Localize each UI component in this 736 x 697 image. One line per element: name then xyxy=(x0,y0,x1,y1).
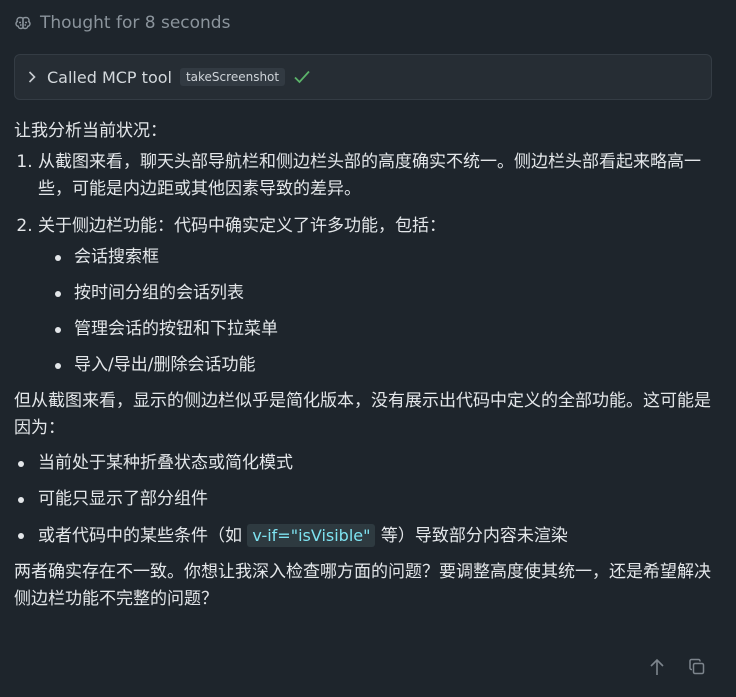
message-intro: 让我分析当前状况： xyxy=(14,121,167,141)
point-2-text: 关于侧边栏功能：代码中确实定义了许多功能，包括： xyxy=(38,216,446,236)
copy-icon[interactable] xyxy=(688,658,706,680)
list-item: 按时间分组的会话列表 xyxy=(48,280,714,307)
list-item: 当前处于某种折叠状态或简化模式 xyxy=(14,450,714,477)
list-item: 从截图来看，聊天头部导航栏和侧边栏头部的高度确实不统一。侧边栏头部看起来略高一些… xyxy=(38,149,714,203)
list-item: 管理会话的按钮和下拉菜单 xyxy=(48,316,714,343)
chat-panel: Thought for 8 seconds Called MCP tool ta… xyxy=(0,0,736,697)
message-actions xyxy=(648,657,706,681)
tool-name-badge: takeScreenshot xyxy=(179,68,286,86)
message-closing: 两者确实存在不一致。你想让我深入检查哪方面的问题？要调整高度使其统一，还是希望解… xyxy=(14,562,711,609)
inline-code: v-if="isVisible" xyxy=(247,524,376,547)
tool-call-label: Called MCP tool xyxy=(47,67,172,87)
chevron-right-icon[interactable] xyxy=(27,70,39,84)
list-item: 或者代码中的某些条件（如 v-if="isVisible" 等）导致部分内容未渲… xyxy=(14,522,714,550)
feature-list: 会话搜索框 按时间分组的会话列表 管理会话的按钮和下拉菜单 导入/导出/删除会话… xyxy=(38,244,714,379)
analysis-list: 从截图来看，聊天头部导航栏和侧边栏头部的高度确实不统一。侧边栏头部看起来略高一些… xyxy=(14,149,714,379)
reason-3-prefix: 或者代码中的某些条件（如 xyxy=(38,526,248,546)
list-item: 导入/导出/删除会话功能 xyxy=(48,352,714,379)
assistant-message: 让我分析当前状况： 从截图来看，聊天头部导航栏和侧边栏头部的高度确实不统一。侧边… xyxy=(14,118,714,613)
check-icon xyxy=(293,69,311,85)
message-para-2: 但从截图来看，显示的侧边栏似乎是简化版本，没有展示出代码中定义的全部功能。这可能… xyxy=(14,391,711,438)
tool-call-row[interactable]: Called MCP tool takeScreenshot xyxy=(14,54,712,100)
brain-icon xyxy=(14,14,32,32)
thought-label: Thought for 8 seconds xyxy=(40,13,231,33)
list-item: 会话搜索框 xyxy=(48,244,714,271)
thought-indicator[interactable]: Thought for 8 seconds xyxy=(14,13,230,33)
list-item: 关于侧边栏功能：代码中确实定义了许多功能，包括： 会话搜索框 按时间分组的会话列… xyxy=(38,213,714,379)
arrow-up-icon[interactable] xyxy=(648,657,666,681)
reason-3-suffix: 等）导致部分内容未渲染 xyxy=(375,526,568,546)
point-1-text: 从截图来看，聊天头部导航栏和侧边栏头部的高度确实不统一。侧边栏头部看起来略高一些… xyxy=(38,152,701,199)
list-item: 可能只显示了部分组件 xyxy=(14,486,714,513)
reason-list: 当前处于某种折叠状态或简化模式 可能只显示了部分组件 或者代码中的某些条件（如 … xyxy=(14,450,714,550)
